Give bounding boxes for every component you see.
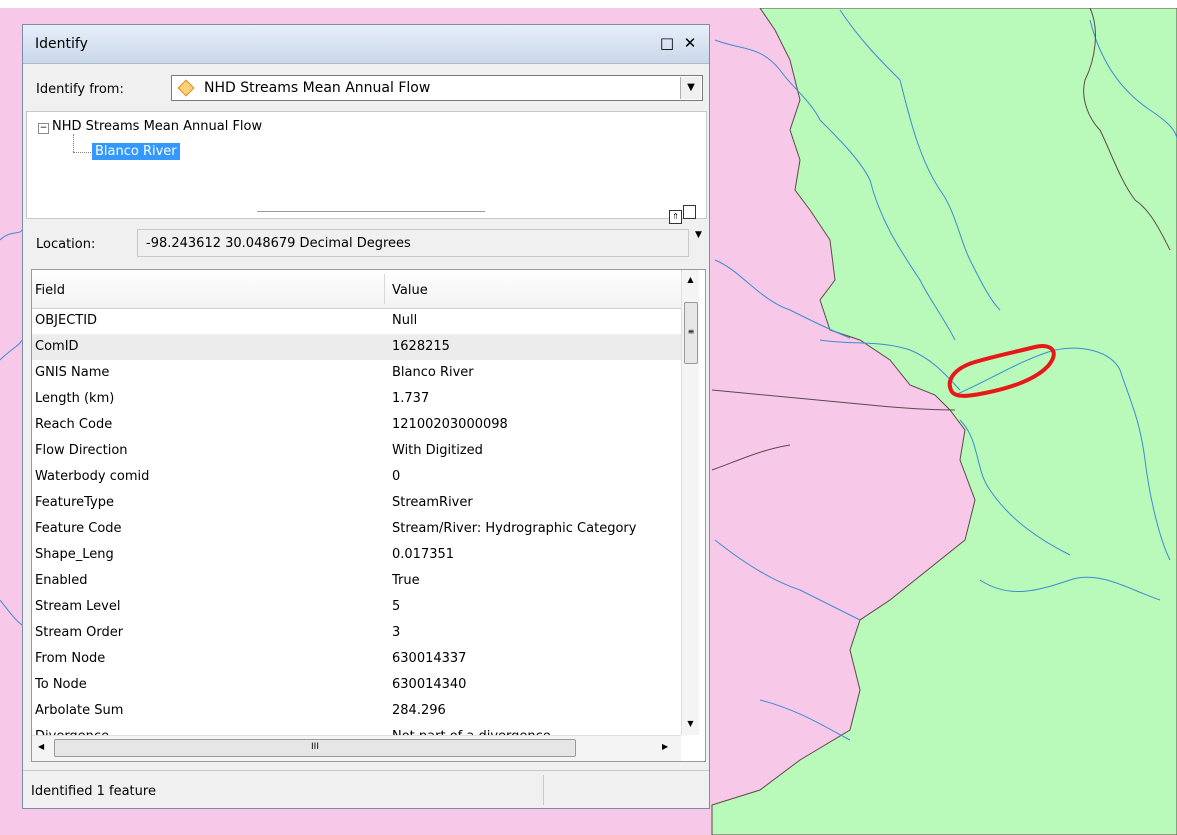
table-row[interactable]: Stream Level 5 xyxy=(32,594,681,620)
field-value-cell: True xyxy=(392,573,420,588)
column-separator[interactable] xyxy=(384,274,385,304)
location-label: Location: xyxy=(36,237,96,252)
grid-header: Field Value xyxy=(32,270,681,309)
tree-layer-node[interactable]: NHD Streams Mean Annual Flow xyxy=(52,119,262,134)
field-value-cell: Null xyxy=(392,313,418,328)
field-name-cell: Stream Order xyxy=(35,625,124,640)
table-row[interactable]: Reach Code 12100203000098 xyxy=(32,412,681,438)
pane-splitter[interactable] xyxy=(257,211,485,213)
field-name-cell: Enabled xyxy=(35,573,88,588)
table-row[interactable]: FeatureType StreamRiver xyxy=(32,490,681,516)
table-row[interactable]: Shape_Leng 0.017351 xyxy=(32,542,681,568)
field-value-cell: Blanco River xyxy=(392,365,474,380)
scroll-thumb[interactable]: ≡ xyxy=(684,302,698,364)
status-divider xyxy=(543,775,544,805)
table-row[interactable]: To Node 630014340 xyxy=(32,672,681,698)
field-value-cell: 3 xyxy=(392,625,401,640)
table-row[interactable]: OBJECTID Null xyxy=(32,308,681,334)
field-value-cell: 630014337 xyxy=(392,651,467,666)
pane-icon[interactable] xyxy=(683,205,696,219)
tree-connector xyxy=(73,152,91,153)
location-menu-icon[interactable]: ▼ xyxy=(695,230,702,240)
collapse-icon[interactable]: − xyxy=(38,123,49,134)
scroll-right-icon[interactable]: ▶ xyxy=(662,742,668,751)
field-name-cell: Feature Code xyxy=(35,521,122,536)
field-name-cell: FeatureType xyxy=(35,495,114,510)
field-value-cell: 1.737 xyxy=(392,391,430,406)
scroll-down-icon[interactable]: ▼ xyxy=(682,716,699,732)
table-row[interactable]: Arbolate Sum 284.296 xyxy=(32,698,681,724)
scroll-up-icon[interactable]: ▲ xyxy=(682,272,699,288)
field-name-cell: GNIS Name xyxy=(35,365,110,380)
field-name-cell: From Node xyxy=(35,651,106,666)
field-value-cell: 284.296 xyxy=(392,703,446,718)
field-name-cell: OBJECTID xyxy=(35,313,98,328)
field-value-cell: Stream/River: Hydrographic Category xyxy=(392,521,637,536)
field-value-cell: 1628215 xyxy=(392,339,450,354)
location-field: -98.243612 30.048679 Decimal Degrees xyxy=(137,229,689,257)
dropdown-arrow-icon[interactable]: ▼ xyxy=(680,77,701,99)
table-row[interactable]: Enabled True xyxy=(32,568,681,594)
maximize-icon[interactable]: □ xyxy=(656,32,678,54)
table-row[interactable]: Flow Direction With Digitized xyxy=(32,438,681,464)
table-row[interactable]: GNIS Name Blanco River xyxy=(32,360,681,386)
field-value-cell: StreamRiver xyxy=(392,495,473,510)
table-row[interactable]: Feature Code Stream/River: Hydrographic C… xyxy=(32,516,681,542)
field-name-cell: Reach Code xyxy=(35,417,113,432)
table-row[interactable]: Length (km) 1.737 xyxy=(32,386,681,412)
results-tree: − NHD Streams Mean Annual Flow Blanco Ri… xyxy=(26,111,707,219)
table-row[interactable]: Waterbody comid 0 xyxy=(32,464,681,490)
identify-titlebar[interactable]: Identify □ ✕ xyxy=(23,25,709,64)
tree-connector xyxy=(73,134,74,152)
field-value-cell: 5 xyxy=(392,599,401,614)
field-name-cell: Arbolate Sum xyxy=(35,703,124,718)
field-name-cell: Length (km) xyxy=(35,391,115,406)
field-value-cell: 12100203000098 xyxy=(392,417,508,432)
field-value-cell: 0.017351 xyxy=(392,547,455,562)
layer-diamond-icon xyxy=(177,79,195,97)
identify-from-label: Identify from: xyxy=(36,82,124,97)
field-name-cell: Waterbody comid xyxy=(35,469,150,484)
identify-from-dropdown[interactable]: NHD Streams Mean Annual Flow ▼ xyxy=(171,75,703,101)
window-title: Identify xyxy=(35,36,88,52)
field-value-cell: 0 xyxy=(392,469,401,484)
splitter-buttons: ⇑ xyxy=(669,205,697,224)
hscroll-thumb[interactable]: III xyxy=(54,739,576,757)
field-name-cell: Flow Direction xyxy=(35,443,128,458)
attributes-grid: Field Value OBJECTID Null ComID 1628215 GNIS… xyxy=(31,269,706,762)
status-bar: Identified 1 feature xyxy=(23,770,709,809)
field-value-cell: 630014340 xyxy=(392,677,467,692)
field-name-cell: Stream Level xyxy=(35,599,121,614)
table-row[interactable]: ComID 1628215 xyxy=(32,334,681,360)
close-icon[interactable]: ✕ xyxy=(679,32,701,54)
field-name-cell: ComID xyxy=(35,339,79,354)
table-row[interactable]: From Node 630014337 xyxy=(32,646,681,672)
column-header-value[interactable]: Value xyxy=(392,283,428,298)
tree-feature-node[interactable]: Blanco River xyxy=(92,143,180,160)
identify-from-value: NHD Streams Mean Annual Flow xyxy=(204,80,431,96)
field-name-cell: Shape_Leng xyxy=(35,547,114,562)
identify-window: Identify □ ✕ Identify from: NHD Streams … xyxy=(22,24,710,809)
field-name-cell: To Node xyxy=(35,677,87,692)
status-text: Identified 1 feature xyxy=(31,784,156,799)
table-row[interactable]: Stream Order 3 xyxy=(32,620,681,646)
vertical-scrollbar[interactable]: ▲ ≡ ▼ xyxy=(681,270,699,735)
field-value-cell: With Digitized xyxy=(392,443,483,458)
horizontal-scrollbar[interactable]: ◀ III ▶ xyxy=(32,735,681,761)
column-header-field[interactable]: Field xyxy=(35,283,65,298)
scroll-left-icon[interactable]: ◀ xyxy=(38,742,44,751)
collapse-up-icon[interactable]: ⇑ xyxy=(669,210,682,224)
